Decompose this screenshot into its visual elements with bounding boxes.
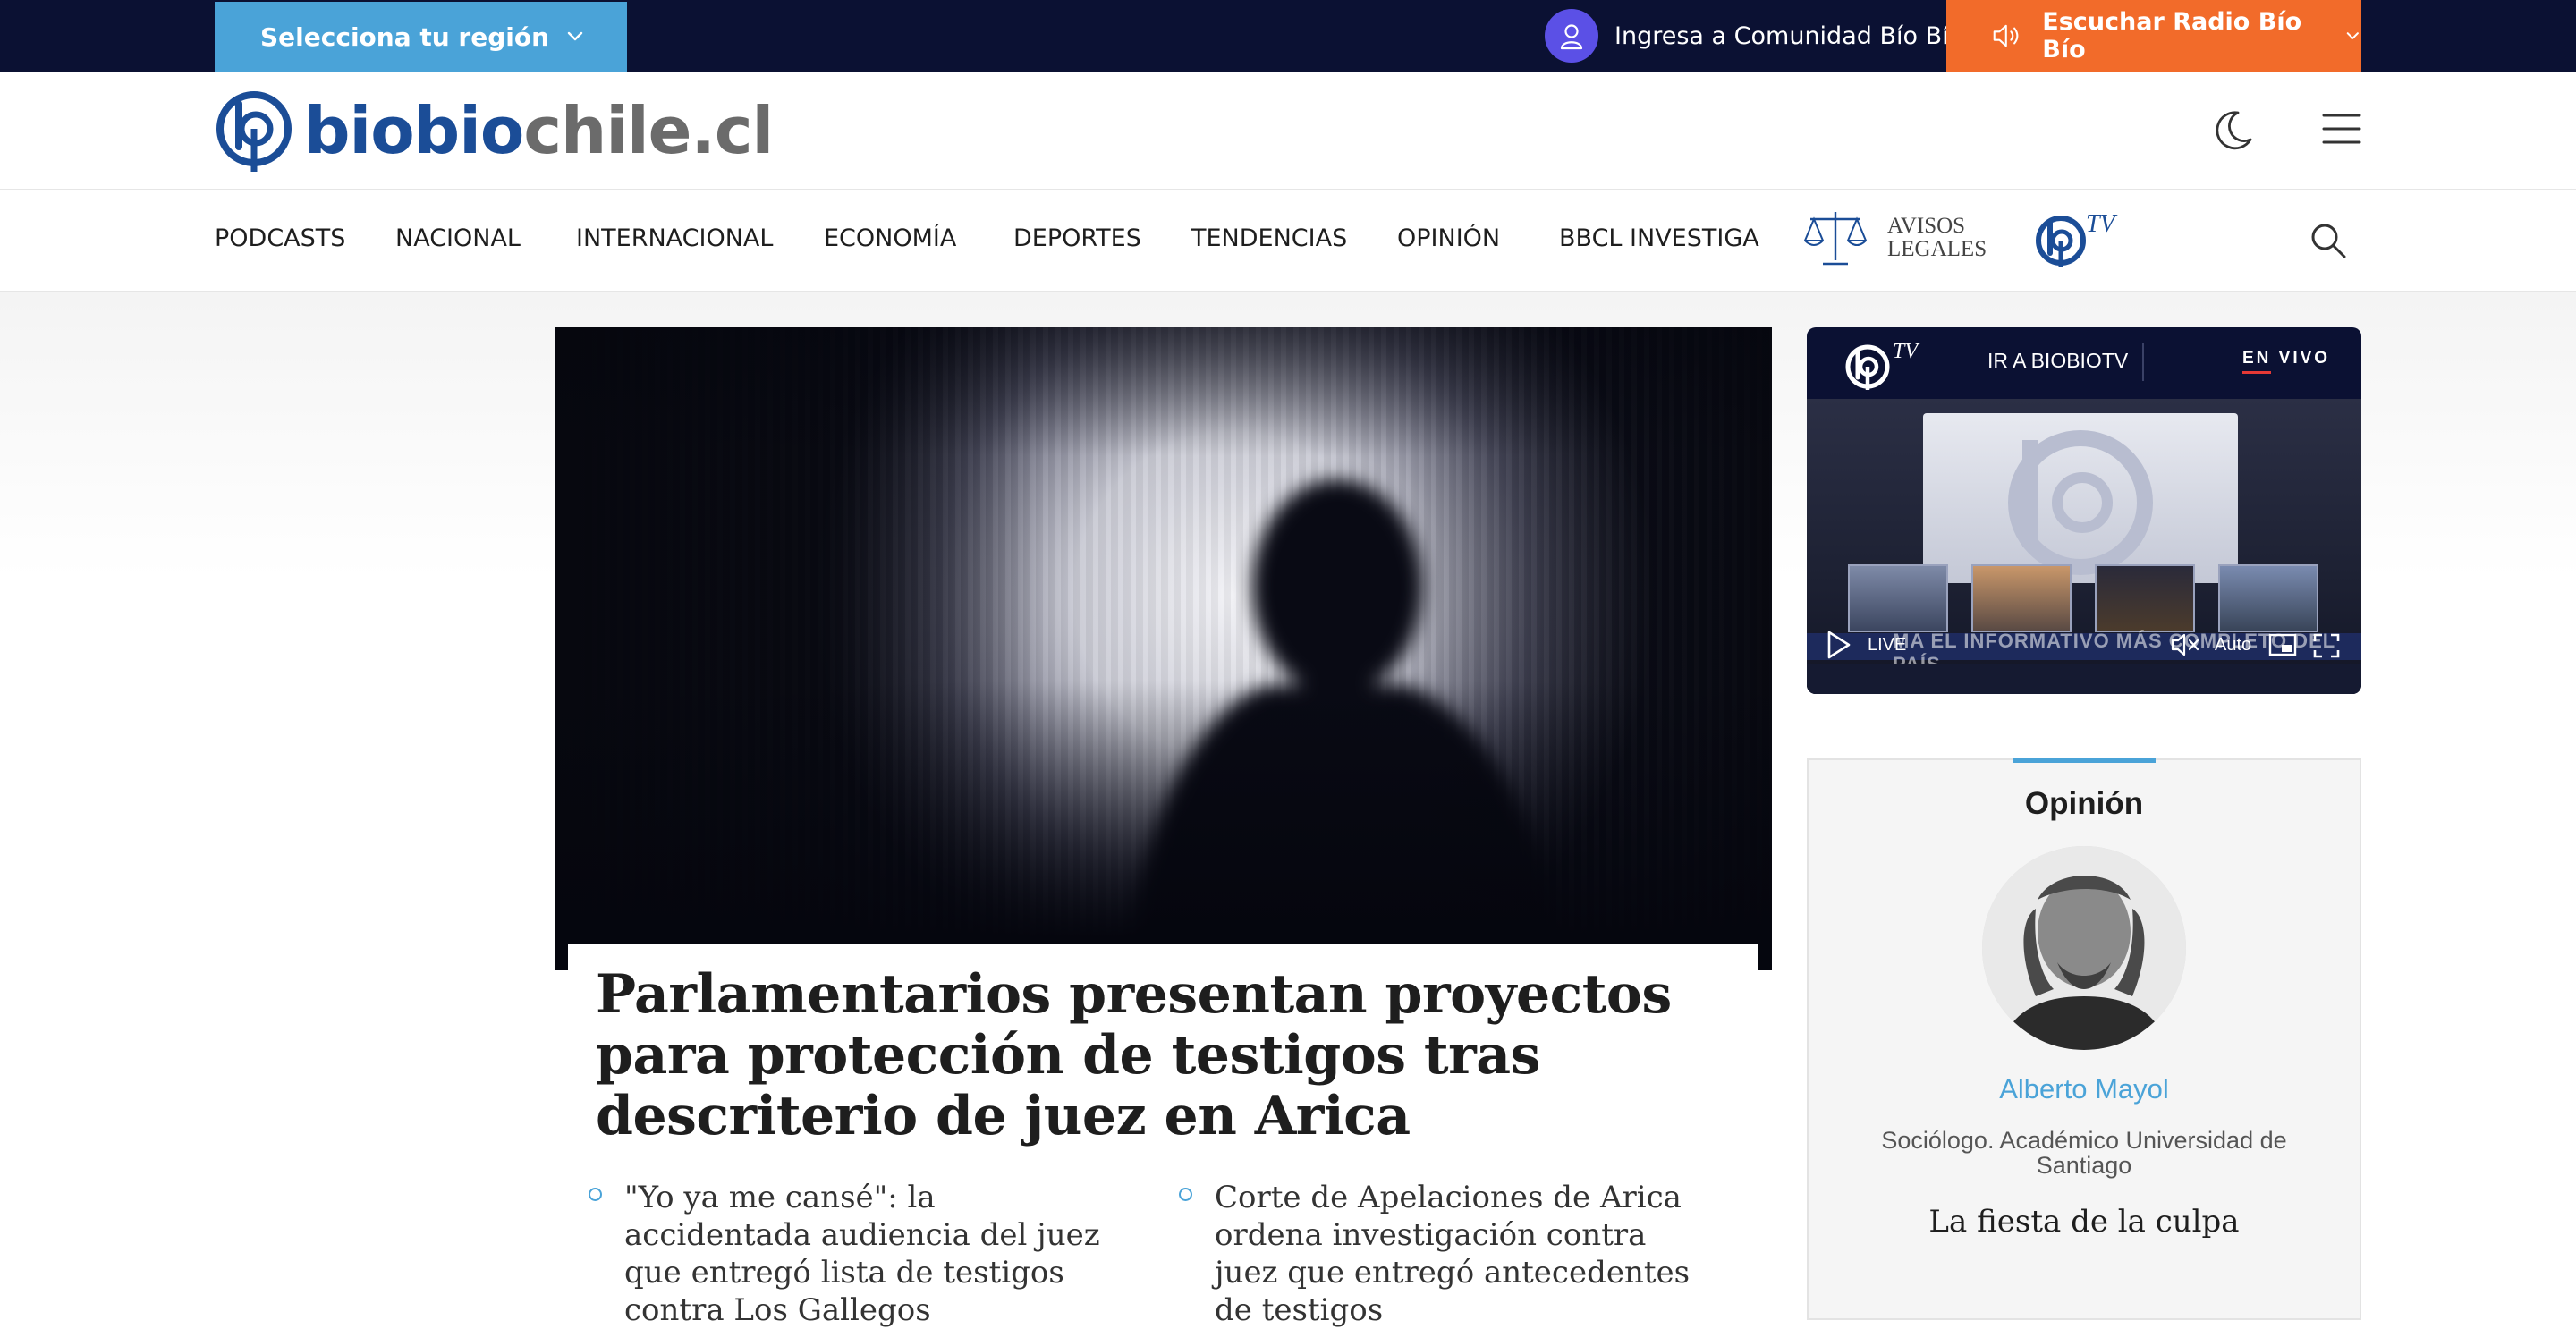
en-vivo-label[interactable]: EN VIVO — [2242, 349, 2330, 368]
studio-monitor — [1848, 564, 1948, 632]
user-icon — [1545, 9, 1598, 63]
author-name-link[interactable]: Alberto Mayol — [1807, 1073, 2361, 1105]
picture-in-picture-icon[interactable] — [2268, 633, 2297, 656]
live-video-player[interactable]: MA EL INFORMATIVO MÁS COMPLETO DEL PAÍS … — [1807, 399, 2361, 694]
scales-of-justice-icon — [1803, 212, 1868, 266]
go-to-biobiotv-link[interactable]: IR A BIOBIOTV — [1987, 349, 2128, 373]
svg-text:TV: TV — [2086, 210, 2118, 238]
biobio-tv-logo-icon: TV — [2036, 210, 2118, 267]
community-login-link[interactable]: Ingresa a Comunidad Bío Bío — [1545, 9, 1963, 63]
svg-text:TV: TV — [1893, 340, 1919, 363]
live-indicator-line — [2242, 371, 2271, 374]
related-article-2-title: Corte de Apelaciones de Arica ordena inv… — [1215, 1180, 1690, 1328]
related-article-2[interactable]: Corte de Apelaciones de Arica ordena inv… — [1179, 1179, 1716, 1329]
opinion-section-title: Opinión — [2024, 786, 2144, 821]
main-headline[interactable]: Parlamentarios presentan proyectos para … — [596, 964, 1731, 1147]
bullet-circle-icon — [1179, 1188, 1192, 1201]
opinion-article-title[interactable]: La fiesta de la culpa — [1807, 1204, 2361, 1240]
region-selector-label: Selecciona tu región — [260, 21, 550, 52]
nav-item-opinion[interactable]: OPINIÓN — [1397, 224, 1500, 252]
top-bar: Selecciona tu región Ingresa a Comunidad… — [0, 0, 2576, 72]
site-logo[interactable]: biobiochile.cl — [215, 88, 774, 174]
ticker-bottom-strip — [1807, 664, 2361, 694]
site-logo-text: biobiochile.cl — [304, 93, 774, 168]
biobio-tv-logo-icon: TV — [1845, 340, 1919, 390]
community-login-label: Ingresa a Comunidad Bío Bío — [1614, 21, 1964, 50]
studio-monitor — [2095, 564, 2195, 632]
header-divider — [2142, 343, 2144, 381]
hamburger-menu-icon[interactable] — [2322, 113, 2361, 145]
author-role: Sociólogo. Académico Universidad de Sant… — [1881, 1127, 2287, 1179]
nav-item-economia[interactable]: ECONOMÍA — [824, 224, 956, 252]
studio-screen — [1923, 413, 2238, 583]
listen-radio-label: Escuchar Radio Bío Bío — [2042, 8, 2302, 63]
main-navigation: PODCASTS NACIONAL INTERNACIONAL ECONOMÍA… — [0, 190, 2576, 292]
studio-monitor — [1971, 564, 2072, 632]
studio-monitor — [2218, 564, 2318, 632]
search-icon[interactable] — [2309, 221, 2348, 260]
bullet-circle-icon — [589, 1188, 602, 1201]
chevron-down-icon — [2347, 32, 2360, 39]
nav-item-deportes[interactable]: DEPORTES — [1013, 224, 1141, 252]
site-header: biobiochile.cl — [0, 72, 2576, 190]
related-article-1[interactable]: "Yo ya me cansé": la accidentada audienc… — [589, 1179, 1125, 1329]
avisos-legales-link[interactable]: AVISOS LEGALES — [1801, 208, 1987, 267]
speaker-icon — [1993, 24, 2019, 47]
nav-item-podcasts[interactable]: PODCASTS — [215, 224, 345, 252]
main-article-image[interactable] — [555, 327, 1772, 970]
nav-item-internacional[interactable]: INTERNACIONAL — [576, 224, 773, 252]
mute-icon[interactable] — [2170, 631, 2200, 658]
play-icon[interactable] — [1825, 630, 1852, 660]
region-selector-button[interactable]: Selecciona tu región — [215, 2, 627, 72]
live-badge-label: LIVE — [1868, 635, 1907, 655]
related-article-1-title: "Yo ya me cansé": la accidentada audienc… — [624, 1180, 1100, 1328]
quality-selector[interactable]: Auto — [2215, 635, 2251, 656]
nav-item-nacional[interactable]: NACIONAL — [395, 224, 521, 252]
chevron-down-icon — [567, 31, 583, 41]
opinion-accent-bar — [2012, 758, 2156, 763]
live-tv-card: TV IR A BIOBIOTV EN VIVO MA EL INFORMATI… — [1807, 327, 2361, 694]
live-tv-header: TV IR A BIOBIOTV EN VIVO — [1807, 327, 2361, 399]
nav-item-bbcl-investiga[interactable]: BBCL INVESTIGA — [1559, 224, 1759, 252]
author-avatar[interactable] — [1982, 846, 2186, 1050]
biobio-logo-icon — [216, 91, 292, 172]
dark-mode-moon-icon[interactable] — [2211, 107, 2256, 152]
listen-radio-button[interactable]: Escuchar Radio Bío Bío — [1946, 0, 2361, 72]
biobio-tv-nav-link[interactable]: TV — [2034, 208, 2120, 275]
fullscreen-icon[interactable] — [2313, 633, 2340, 658]
avisos-legales-label: AVISOS LEGALES — [1887, 214, 1987, 261]
nav-item-tendencias[interactable]: TENDENCIAS — [1191, 224, 1347, 252]
